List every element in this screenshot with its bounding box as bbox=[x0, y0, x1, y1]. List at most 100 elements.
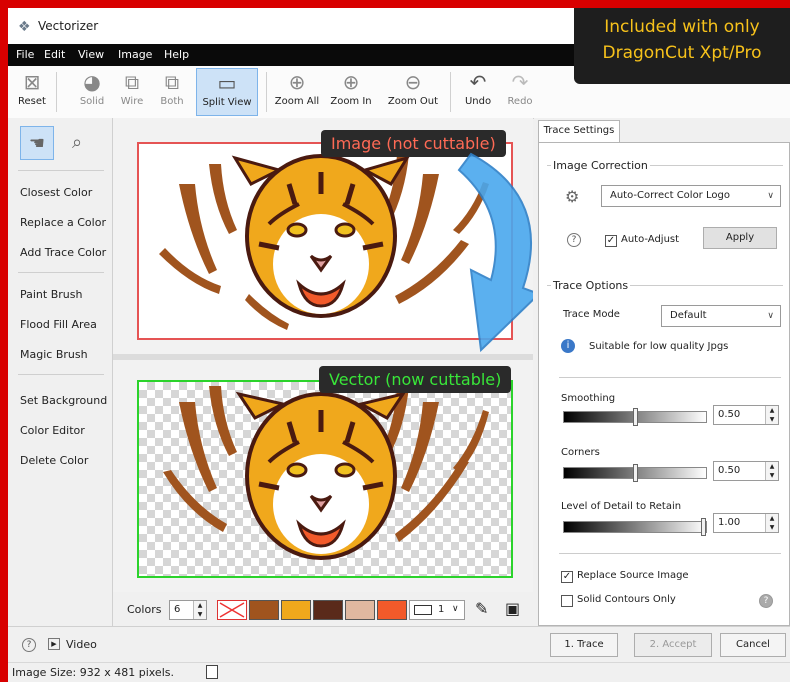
line-width-dropdown[interactable]: 1 ∨ bbox=[409, 600, 465, 620]
tab-trace-settings[interactable]: Trace Settings bbox=[538, 120, 620, 142]
corners-slider[interactable] bbox=[563, 464, 707, 482]
solid-icon: ◕ bbox=[83, 70, 101, 94]
solid-contours-checkbox[interactable] bbox=[561, 595, 573, 607]
color-swatch[interactable] bbox=[249, 600, 279, 620]
screen-capture-icon[interactable]: ▣ bbox=[505, 599, 520, 618]
undo-button[interactable]: ↶ Undo bbox=[460, 68, 496, 116]
settings-gear-icon: ⚙ bbox=[565, 187, 580, 206]
spinner-arrows-icon[interactable]: ▲ ▼ bbox=[765, 406, 778, 424]
paint-brush-item[interactable]: Paint Brush bbox=[20, 288, 82, 301]
smoothing-value-spinner[interactable]: 0.50 ▲ ▼ bbox=[713, 405, 779, 425]
wire-icon: ⧉ bbox=[124, 70, 140, 94]
promo-line-1: Included with only bbox=[604, 17, 760, 37]
magnifier-tool-button[interactable]: ⌕ bbox=[60, 126, 94, 160]
menu-image[interactable]: Image bbox=[118, 48, 152, 61]
panel-separator bbox=[18, 374, 104, 375]
toolbar-separator bbox=[56, 72, 57, 112]
add-trace-color-item[interactable]: Add Trace Color bbox=[20, 246, 106, 259]
no-color-x-icon bbox=[219, 602, 245, 618]
cancel-button[interactable]: Cancel bbox=[720, 633, 786, 657]
spinner-arrows-icon[interactable]: ▲ ▼ bbox=[193, 601, 206, 619]
panel-separator bbox=[18, 272, 104, 273]
menu-view[interactable]: View bbox=[78, 48, 104, 61]
zoom-in-button[interactable]: ⊕ Zoom In bbox=[326, 68, 376, 116]
separator bbox=[559, 377, 781, 378]
color-swatch[interactable] bbox=[313, 600, 343, 620]
help-icon[interactable]: ? bbox=[567, 233, 581, 247]
tools-panel: ☚ ⌕ Closest Color Replace a Color Add Tr… bbox=[8, 118, 113, 626]
vector-cuttable-label: Vector (now cuttable) bbox=[319, 366, 512, 393]
split-view-icon: ▭ bbox=[217, 71, 237, 95]
reset-icon: ⊠ bbox=[23, 70, 41, 94]
zoom-out-button[interactable]: ⊖ Zoom Out bbox=[384, 68, 442, 116]
corners-slider-thumb[interactable] bbox=[632, 464, 638, 482]
detail-value-spinner[interactable]: 1.00 ▲ ▼ bbox=[713, 513, 779, 533]
split-view-area[interactable]: Image (not cuttable) Vector (now cuttabl… bbox=[113, 118, 533, 592]
trace-mode-hint: Suitable for low quality Jpgs bbox=[589, 341, 729, 352]
spinner-arrows-icon[interactable]: ▲ ▼ bbox=[765, 462, 778, 480]
corners-value-spinner[interactable]: 0.50 ▲ ▼ bbox=[713, 461, 779, 481]
promo-callout: Included with only DragonCut Xpt/Pro bbox=[574, 8, 790, 84]
video-link[interactable]: Video bbox=[66, 638, 97, 651]
info-icon: i bbox=[561, 339, 575, 353]
colors-bar: Colors 6 ▲ ▼ 1 ∨ ✎ ▣ bbox=[113, 592, 533, 626]
spinner-arrows-icon[interactable]: ▲ ▼ bbox=[765, 514, 778, 532]
replace-source-checkbox[interactable]: ✓ bbox=[561, 571, 573, 583]
play-video-icon[interactable]: ▶ bbox=[48, 638, 60, 650]
color-editor-item[interactable]: Color Editor bbox=[20, 424, 85, 437]
split-view-button[interactable]: ▭ Split View bbox=[196, 68, 258, 116]
magic-brush-item[interactable]: Magic Brush bbox=[20, 348, 88, 361]
zoom-in-icon: ⊕ bbox=[342, 70, 360, 94]
redo-icon: ↷ bbox=[511, 70, 529, 94]
both-icon: ⧉ bbox=[164, 70, 180, 94]
accept-button[interactable]: 2. Accept bbox=[634, 633, 712, 657]
source-image-pane[interactable]: Image (not cuttable) bbox=[113, 118, 533, 350]
color-swatch[interactable] bbox=[281, 600, 311, 620]
set-background-item[interactable]: Set Background bbox=[20, 394, 107, 407]
colors-label: Colors bbox=[127, 603, 162, 616]
promo-line-2: DragonCut Xpt/Pro bbox=[602, 43, 762, 63]
auto-adjust-checkbox[interactable]: ✓ bbox=[605, 235, 617, 247]
vector-image-frame bbox=[137, 380, 513, 578]
hand-tool-button[interactable]: ☚ bbox=[20, 126, 54, 160]
both-button[interactable]: ⧉ Both bbox=[154, 68, 190, 116]
zoom-all-button[interactable]: ⊕ Zoom All bbox=[272, 68, 322, 116]
magnifier-icon: ⌕ bbox=[71, 132, 83, 153]
panel-separator bbox=[18, 170, 104, 171]
redo-button[interactable]: ↷ Redo bbox=[502, 68, 538, 116]
color-swatch[interactable] bbox=[345, 600, 375, 620]
tiger-raster-image bbox=[159, 154, 489, 330]
menu-help[interactable]: Help bbox=[164, 48, 189, 61]
solid-button[interactable]: ◕ Solid bbox=[72, 68, 112, 116]
flood-fill-item[interactable]: Flood Fill Area bbox=[20, 318, 97, 331]
reset-button[interactable]: ⊠ Reset bbox=[14, 68, 50, 116]
detail-slider-thumb[interactable] bbox=[701, 518, 706, 536]
help-icon[interactable]: ? bbox=[22, 638, 36, 652]
no-color-swatch[interactable] bbox=[217, 600, 247, 620]
delete-color-item[interactable]: Delete Color bbox=[20, 454, 88, 467]
trace-mode-dropdown[interactable]: Default ∨ bbox=[661, 305, 781, 327]
menu-file[interactable]: File bbox=[16, 48, 34, 61]
replace-color-item[interactable]: Replace a Color bbox=[20, 216, 106, 229]
detail-slider[interactable] bbox=[563, 518, 707, 536]
apply-button[interactable]: Apply bbox=[703, 227, 777, 249]
image-not-cuttable-label: Image (not cuttable) bbox=[321, 130, 506, 157]
colors-count-spinner[interactable]: 6 ▲ ▼ bbox=[169, 600, 207, 620]
menu-edit[interactable]: Edit bbox=[44, 48, 65, 61]
vector-pane[interactable]: Vector (now cuttable) bbox=[113, 360, 533, 592]
smoothing-slider-thumb[interactable] bbox=[632, 408, 638, 426]
corners-label: Corners bbox=[561, 447, 600, 458]
smoothing-slider[interactable] bbox=[563, 408, 707, 426]
image-correction-dropdown[interactable]: Auto-Correct Color Logo ∨ bbox=[601, 185, 781, 207]
toolbar-separator bbox=[450, 72, 451, 112]
help-icon[interactable]: ? bbox=[759, 594, 773, 608]
hand-icon: ☚ bbox=[28, 133, 46, 154]
closest-color-item[interactable]: Closest Color bbox=[20, 186, 92, 199]
wire-button[interactable]: ⧉ Wire bbox=[114, 68, 150, 116]
chevron-down-icon: ∨ bbox=[767, 191, 774, 201]
trace-button[interactable]: 1. Trace bbox=[550, 633, 618, 657]
bottom-bar: ? ▶ Video 1. Trace 2. Accept Cancel bbox=[8, 626, 790, 663]
color-swatch[interactable] bbox=[377, 600, 407, 620]
zoom-all-icon: ⊕ bbox=[288, 70, 306, 94]
eyedropper-icon[interactable]: ✎ bbox=[475, 599, 488, 618]
